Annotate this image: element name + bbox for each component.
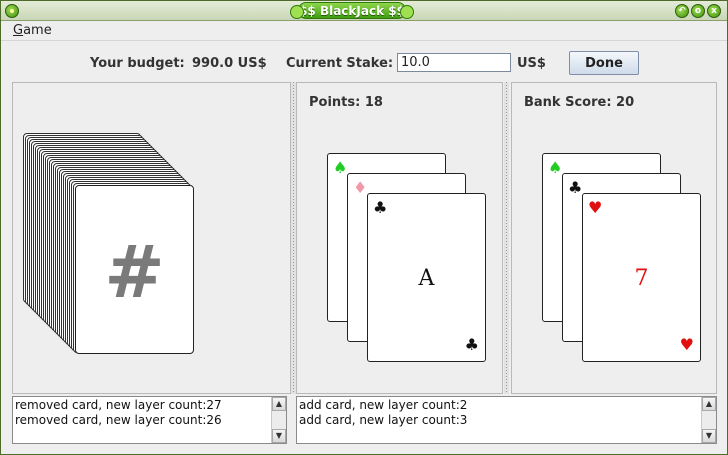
stake-toolbar: Your budget: 990.0 US$ Current Stake: US…: [1, 42, 727, 82]
deck-hash-symbol: #: [104, 230, 165, 314]
scroll-down-icon[interactable]: ▼: [272, 429, 286, 443]
app-icon[interactable]: [5, 4, 19, 18]
close-icon[interactable]: x: [707, 4, 721, 18]
stake-input[interactable]: [397, 53, 511, 72]
club-icon: ♣: [568, 178, 583, 197]
minimize-icon[interactable]: ↶: [675, 4, 689, 18]
blackjack-window: $$ BlackJack $$ ↶ o x Game Your budget: …: [0, 0, 728, 455]
budget-label: Your budget:: [90, 56, 185, 71]
player-points: Points: 18: [309, 95, 383, 110]
scroll-up-icon[interactable]: ▲: [272, 397, 286, 411]
splitter-right[interactable]: [504, 82, 509, 394]
menu-game-label: ame: [23, 23, 52, 38]
heart-icon: ♥: [679, 335, 694, 354]
budget-value: 990.0 US$: [192, 56, 267, 71]
bank-score: Bank Score: 20: [524, 95, 635, 110]
scroll-down-icon[interactable]: ▼: [702, 429, 716, 443]
card-rank: 7: [634, 266, 649, 291]
window-title: $$ BlackJack $$: [290, 2, 414, 19]
table-log[interactable]: add card, new layer count:2 add card, ne…: [296, 396, 717, 444]
club-icon: ♣: [464, 335, 479, 354]
table-log-scrollbar[interactable]: ▲ ▼: [701, 397, 716, 443]
bank-card-3[interactable]: ♥ 7 ♥: [582, 193, 701, 362]
log-line: add card, new layer count:3: [299, 413, 468, 427]
spade-icon: ♠: [333, 158, 348, 177]
deck-panel: #: [12, 82, 291, 394]
maximize-icon[interactable]: o: [691, 4, 705, 18]
player-card-3[interactable]: ♣ A ♣: [367, 193, 486, 362]
deck-log[interactable]: removed card, new layer count:27 removed…: [12, 396, 287, 444]
card-rank: A: [418, 266, 435, 291]
menu-game[interactable]: Game: [13, 22, 52, 39]
log-line: removed card, new layer count:27: [15, 398, 222, 412]
diamond-icon: ♦: [353, 178, 368, 197]
table-log-lines: add card, new layer count:2 add card, ne…: [299, 398, 467, 428]
log-line: removed card, new layer count:26: [15, 413, 222, 427]
deck-log-lines: removed card, new layer count:27 removed…: [15, 398, 222, 428]
heart-icon: ♥: [588, 198, 603, 217]
done-button[interactable]: Done: [569, 51, 639, 75]
menu-game-mnemonic: G: [13, 23, 24, 38]
spade-icon: ♠: [548, 158, 563, 177]
menu-bar: Game: [1, 21, 727, 41]
player-panel: Points: 18 ♠ ♦ ♣ A ♣: [296, 82, 503, 394]
club-icon: ♣: [373, 198, 388, 217]
stake-currency: US$: [517, 56, 546, 71]
deck-top-card[interactable]: #: [75, 185, 194, 354]
log-line: add card, new layer count:2: [299, 398, 468, 412]
title-bar[interactable]: $$ BlackJack $$ ↶ o x: [1, 1, 727, 21]
scroll-up-icon[interactable]: ▲: [702, 397, 716, 411]
bank-panel: Bank Score: 20 ♠ ♣ ♥ 7 ♥: [511, 82, 717, 394]
deck-log-scrollbar[interactable]: ▲ ▼: [271, 397, 286, 443]
stake-label: Current Stake:: [286, 56, 394, 71]
